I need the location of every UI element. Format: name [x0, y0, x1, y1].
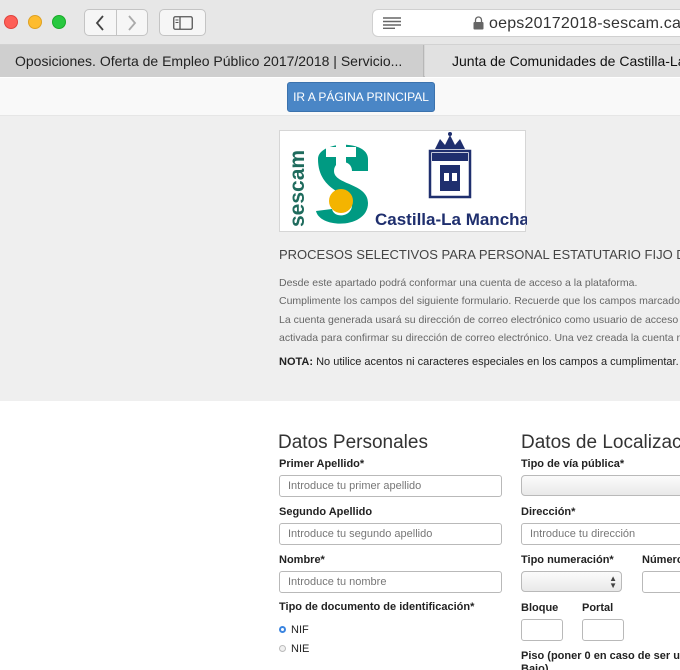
close-window-button[interactable] — [4, 15, 18, 29]
number-label: Número — [642, 554, 680, 566]
sescam-emblem — [316, 137, 368, 224]
forward-button[interactable] — [115, 10, 148, 35]
block-input[interactable] — [521, 619, 563, 641]
number-input[interactable] — [642, 571, 680, 593]
url-text: oeps20172018-sescam.cas — [489, 15, 680, 32]
sescam-logo: sescam Castilla-La Mancha — [286, 132, 530, 229]
navigation-buttons — [84, 9, 148, 36]
doc-type-nie-radio[interactable] — [279, 645, 286, 652]
zoom-window-button[interactable] — [52, 15, 66, 29]
second-surname-label: Segundo Apellido — [279, 506, 373, 518]
note-text: No utilice acentos ni caracteres especia… — [316, 356, 679, 368]
name-label: Nombre* — [279, 554, 325, 566]
address-input[interactable]: Introduce tu dirección — [521, 523, 680, 545]
minimize-window-button[interactable] — [28, 15, 42, 29]
top-strip: IR A PÁGINA PRINCIPAL — [0, 78, 680, 116]
via-type-select[interactable] — [521, 475, 680, 496]
browser-toolbar: oeps20172018-sescam.cas — [0, 0, 680, 45]
portal-label: Portal — [582, 602, 614, 614]
home-page-button[interactable]: IR A PÁGINA PRINCIPAL — [287, 82, 435, 112]
sescam-wordmark: sescam — [286, 150, 309, 227]
sidebar-toggle-button[interactable] — [159, 9, 206, 36]
page-heading: PROCESOS SELECTIVOS PARA PERSONAL ESTATU… — [279, 247, 680, 262]
floor-label: Piso (poner 0 en caso de ser un Bajo) — [521, 650, 680, 670]
first-surname-input[interactable]: Introduce tu primer apellido — [279, 475, 502, 497]
address-label: Dirección* — [521, 506, 576, 518]
doc-type-nif-radio[interactable] — [279, 626, 286, 633]
address-bar[interactable]: oeps20172018-sescam.cas — [372, 9, 680, 37]
page-content: IR A PÁGINA PRINCIPAL sescam Castilla-La… — [0, 78, 680, 670]
second-surname-input[interactable]: Introduce tu segundo apellido — [279, 523, 502, 545]
reader-view-icon[interactable] — [383, 17, 401, 29]
tab-junta[interactable]: Junta de Comunidades de Castilla-La Manc… — [425, 45, 680, 77]
intro-line-3: La cuenta generada usará su dirección de… — [279, 314, 680, 326]
sescam-text-logo: sescam — [286, 150, 309, 227]
portal-input[interactable] — [582, 619, 624, 641]
sidebar-icon — [172, 15, 193, 30]
location-data-title: Datos de Localización — [521, 432, 680, 453]
chevron-right-icon — [128, 14, 136, 31]
castilla-la-mancha-wordmark: Castilla-La Mancha — [375, 210, 527, 229]
doc-type-nie-label: NIE — [291, 643, 310, 655]
first-surname-label: Primer Apellido* — [279, 458, 365, 470]
doc-type-nif-label: NIF — [291, 624, 309, 636]
name-input[interactable]: Introduce tu nombre — [279, 571, 502, 593]
numbering-type-label: Tipo numeración* — [521, 554, 614, 566]
logos-banner: sescam Castilla-La Mancha — [279, 130, 530, 232]
doc-type-label: Tipo de documento de identificación* — [279, 601, 475, 613]
header-section: sescam Castilla-La Mancha PROCESOS SELEC… — [0, 116, 680, 401]
back-button[interactable] — [85, 10, 116, 35]
personal-data-title: Datos Personales — [278, 432, 428, 453]
numbering-type-select[interactable]: ▲ ▼ — [521, 571, 622, 592]
tab-bar: Oposiciones. Oferta de Empleo Público 20… — [0, 45, 680, 77]
tab-oposiciones[interactable]: Oposiciones. Oferta de Empleo Público 20… — [0, 45, 424, 77]
intro-line-4: activada para confirmar su dirección de … — [279, 332, 680, 344]
intro-line-2: Cumplimente los campos del siguiente for… — [279, 295, 680, 307]
note-label: NOTA: — [279, 356, 314, 368]
note: NOTA: No utilice acentos ni caracteres e… — [279, 356, 679, 368]
castilla-la-mancha-emblem — [428, 132, 472, 199]
via-type-label: Tipo de vía pública* — [521, 458, 625, 470]
block-label: Bloque — [521, 602, 559, 614]
intro-line-1: Desde este apartado podrá conformar una … — [279, 277, 638, 289]
lock-icon — [473, 16, 484, 30]
select-arrows-icon: ▲ ▼ — [609, 574, 617, 590]
chevron-left-icon — [96, 14, 104, 31]
